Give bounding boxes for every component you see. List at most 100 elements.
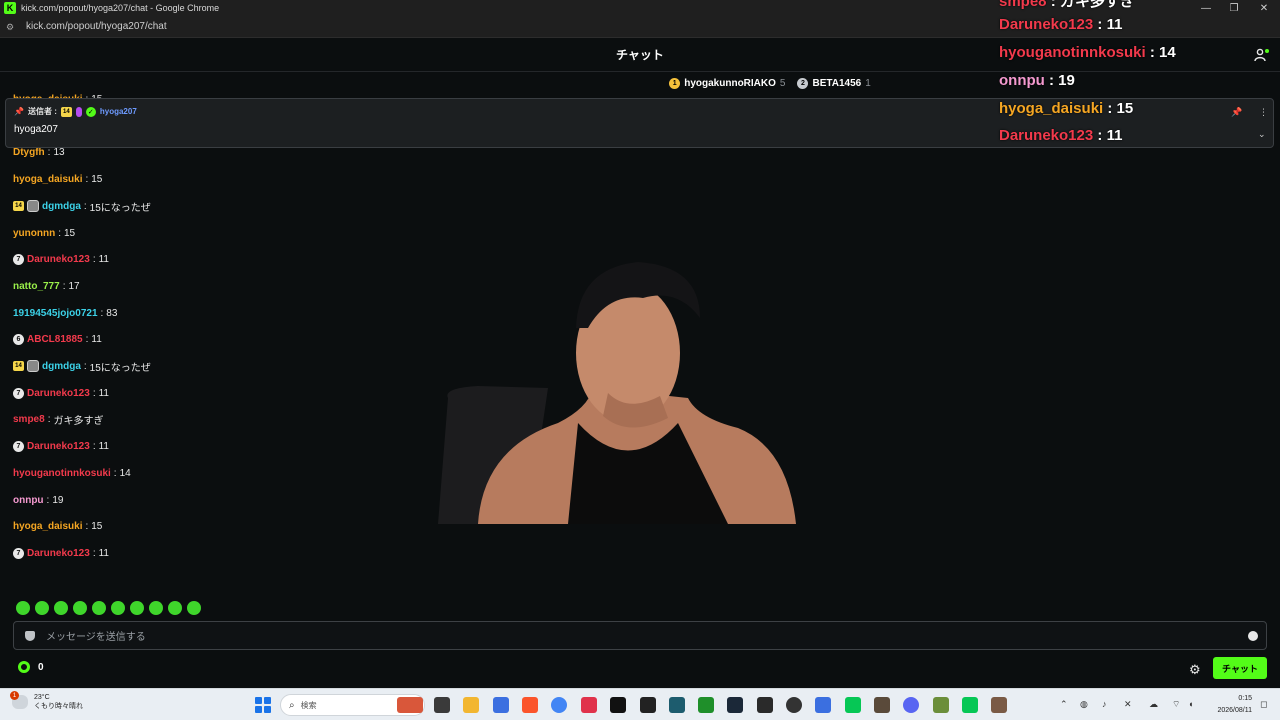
microphone-tray-icon[interactable]: ♪: [1102, 699, 1107, 709]
chat-input[interactable]: メッセージを送信する: [13, 621, 1267, 650]
separator: :: [83, 360, 87, 372]
chat-username[interactable]: 19194545jojo0721: [13, 308, 98, 319]
overlay-chat-line: hyoga_daisuki : 15: [999, 100, 1133, 117]
chat-username[interactable]: Daruneko123: [27, 548, 90, 559]
app-icon[interactable]: [815, 697, 831, 713]
separator: :: [58, 227, 61, 239]
chat-username[interactable]: Daruneko123: [27, 441, 90, 452]
chat-message-text: 11: [98, 387, 109, 399]
overlay-text: 19: [1058, 72, 1075, 89]
steam-icon[interactable]: [727, 697, 743, 713]
chat-username[interactable]: hyouganotinnkosuki: [13, 468, 111, 479]
chat-username[interactable]: natto_777: [13, 281, 60, 292]
app-icon[interactable]: [698, 697, 714, 713]
overlay-text: 14: [1159, 44, 1176, 61]
separator: :: [1046, 0, 1060, 10]
verified-badge-icon: ✓: [85, 106, 96, 117]
channel-points[interactable]: 0: [18, 661, 44, 673]
settings-gear-icon[interactable]: ⚙: [1189, 662, 1201, 678]
emote-icon[interactable]: [168, 601, 182, 615]
chat-username[interactable]: smpe8: [13, 414, 45, 425]
overlay-chat-line: smpe8 : ガキ多すぎ: [999, 0, 1135, 11]
chat-username[interactable]: hyoga_daisuki: [13, 521, 82, 532]
notification-icon[interactable]: ◻: [1260, 699, 1267, 710]
overlay-chat-line: onnpu : 19: [999, 72, 1075, 89]
overlay-chat-line: Daruneko123 : 11: [999, 16, 1122, 33]
subscriber-badge-icon: 14: [60, 106, 72, 117]
chat-username[interactable]: Daruneko123: [27, 254, 90, 265]
overlay-text: 11: [1106, 16, 1123, 33]
emote-icon[interactable]: [130, 601, 144, 615]
emote-icon[interactable]: [149, 601, 163, 615]
chat-message: 7 Daruneko123:11: [13, 545, 109, 561]
chat-message: hyoga_daisuki:15: [13, 518, 102, 534]
task-view-icon[interactable]: [434, 697, 450, 713]
chat-message-text: 11: [98, 253, 109, 265]
file-explorer-icon[interactable]: [463, 697, 479, 713]
send-chat-button[interactable]: チャット: [1213, 657, 1267, 679]
emote-icon[interactable]: [54, 601, 68, 615]
app-icon[interactable]: [493, 697, 509, 713]
pinned-by-user[interactable]: hyoga207: [100, 107, 137, 116]
discord-icon[interactable]: [903, 697, 919, 713]
chat-username[interactable]: Dtygfh: [13, 147, 45, 158]
separator: :: [85, 520, 89, 532]
volume-icon[interactable]: ◖: [1188, 699, 1193, 709]
rank-badge-icon: 7: [13, 547, 24, 559]
taskbar-clock[interactable]: 0:15 2026/08/11: [1206, 693, 1252, 717]
subscriber-badge-icon: 14: [13, 361, 24, 371]
start-menu-icon[interactable]: [255, 697, 271, 713]
chat-message: 7 Daruneko123:11: [13, 438, 109, 454]
chrome-icon[interactable]: [551, 697, 567, 713]
obs-icon[interactable]: [786, 697, 802, 713]
separator: :: [92, 253, 96, 265]
url-text[interactable]: kick.com/popout/hyoga207/chat: [26, 21, 167, 32]
site-info-icon[interactable]: ⚙: [6, 22, 16, 32]
chat-username[interactable]: dgmdga: [42, 201, 81, 212]
pin-icon: 📌: [14, 107, 24, 116]
rank-badge-icon: 2: [797, 77, 809, 89]
emote-icon[interactable]: [35, 601, 49, 615]
emote-icon[interactable]: [73, 601, 87, 615]
emote-icon[interactable]: [111, 601, 125, 615]
rank-badge-icon: 7: [13, 440, 24, 452]
chat-message-text: 11: [98, 547, 109, 559]
shield-icon[interactable]: [25, 630, 35, 641]
separator: :: [92, 387, 96, 399]
app-icon[interactable]: [874, 697, 890, 713]
emoji-picker-icon[interactable]: [1248, 631, 1258, 641]
app-icon[interactable]: [757, 697, 773, 713]
app-icon[interactable]: [991, 697, 1007, 713]
brave-browser-icon[interactable]: [522, 697, 538, 713]
app-icon[interactable]: [669, 697, 685, 713]
overlay-username: hyouganotinnkosuki: [999, 44, 1146, 61]
weather-widget[interactable]: 1 23°C くもり時々晴れ: [10, 691, 83, 711]
gifter-entry[interactable]: 2 BETA1456 1: [797, 77, 871, 89]
network-tray-icon[interactable]: ◍: [1080, 699, 1088, 710]
line-icon[interactable]: [962, 697, 978, 713]
chat-input-placeholder[interactable]: メッセージを送信する: [46, 628, 146, 643]
gifter-entry[interactable]: 1 hyogakunnoRIAKO 5: [669, 77, 785, 89]
minecraft-icon[interactable]: [933, 697, 949, 713]
chat-username[interactable]: hyoga_daisuki: [13, 174, 82, 185]
chat-message: 7 Daruneko123:11: [13, 251, 109, 267]
chat-username[interactable]: dgmdga: [42, 361, 81, 372]
pinned-app-icon[interactable]: [397, 697, 423, 713]
app-icon[interactable]: [640, 697, 656, 713]
app-icon[interactable]: [581, 697, 597, 713]
line-icon[interactable]: [845, 697, 861, 713]
chat-username[interactable]: ABCL81885: [27, 334, 83, 345]
wifi-icon[interactable]: ⌔: [1172, 699, 1180, 710]
onedrive-icon[interactable]: ☁: [1149, 699, 1158, 710]
tray-icon[interactable]: ✕: [1124, 699, 1132, 710]
chevron-up-icon[interactable]: ⌃: [1060, 699, 1068, 710]
tiktok-icon[interactable]: [610, 697, 626, 713]
emote-icon[interactable]: [16, 601, 30, 615]
emote-icon[interactable]: [92, 601, 106, 615]
weather-alert-badge: 1: [10, 691, 19, 700]
pinned-by-label: 送信者 :: [27, 107, 57, 116]
emote-icon[interactable]: [187, 601, 201, 615]
chat-username[interactable]: yunonnn: [13, 228, 55, 239]
chat-username[interactable]: Daruneko123: [27, 388, 90, 399]
chat-username[interactable]: onnpu: [13, 495, 44, 506]
